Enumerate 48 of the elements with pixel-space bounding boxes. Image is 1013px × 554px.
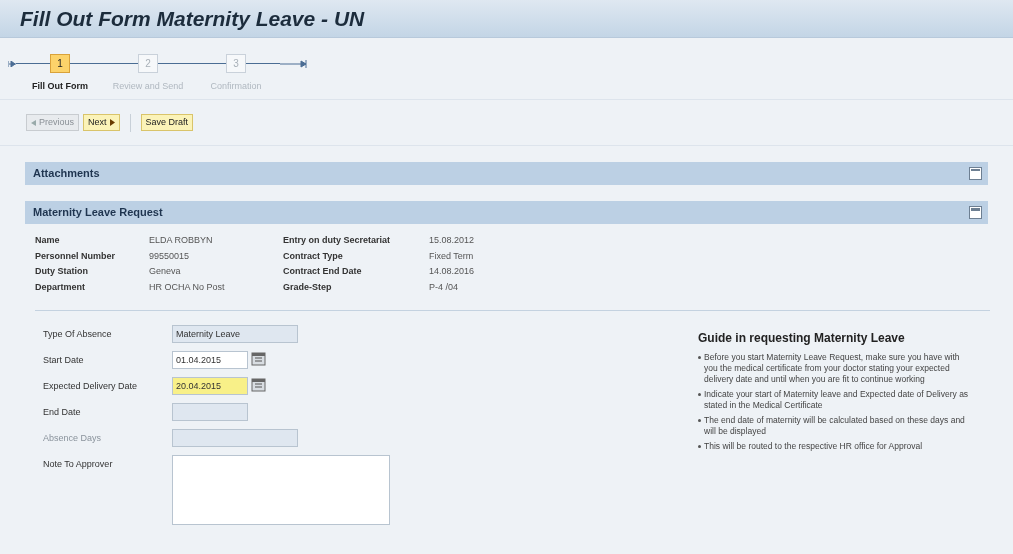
next-button[interactable]: Next	[83, 114, 120, 131]
bullet-icon	[698, 419, 701, 422]
date-field[interactable]: 01.04.2015	[172, 351, 248, 369]
field-label: Start Date	[43, 354, 85, 367]
guide-item: The end date of maternity will be calculated based on these days and will be displayed	[704, 415, 966, 437]
calendar-icon[interactable]	[251, 351, 266, 366]
info-label: Department	[35, 280, 86, 294]
left-arrow-icon	[31, 119, 36, 126]
info-label: Duty Station	[35, 265, 89, 278]
step-number[interactable]: 1	[50, 54, 70, 73]
readonly-field[interactable]: Maternity Leave	[172, 325, 298, 343]
info-label: Personnel Number	[35, 249, 117, 263]
date-field[interactable]: 20.04.2015	[172, 377, 248, 395]
field-label: Type Of Absence	[43, 328, 113, 341]
page-title: Fill Out Form Maternity Leave - UN	[20, 5, 365, 32]
info-label: Grade-Step	[283, 280, 333, 294]
guide-item: Before you start Maternity Leave Request, make sure you have with you the medical certificate from your doctor stating your expected delivery date and until when you are fit to continue working	[704, 352, 961, 385]
info-value: HR OCHA No Post	[149, 280, 226, 294]
info-value: ELDA ROBBYN	[149, 234, 214, 247]
info-value: 15.08.2012	[429, 234, 476, 247]
collapse-icon[interactable]	[969, 206, 982, 219]
field-label: Expected Delivery Date	[43, 380, 139, 393]
guide-item: Indicate your start of Maternity leave and Expected date of Delivery as stated in the Medical Certificate	[704, 389, 970, 411]
bullet-icon	[698, 356, 701, 359]
step-label[interactable]: Fill Out Form	[32, 80, 88, 94]
calendar-icon[interactable]	[251, 377, 266, 392]
info-value: 99550015	[149, 249, 191, 263]
info-label: Contract End Date	[283, 265, 363, 278]
plain-button[interactable]: Save Draft	[140, 114, 194, 131]
info-value: Fixed Term	[429, 249, 475, 263]
info-value: 14.08.2016	[429, 265, 476, 278]
info-value: Geneva	[149, 265, 182, 278]
field-label: End Date	[43, 406, 82, 419]
bullet-icon	[698, 445, 701, 448]
guide-title: Guide in requesting Maternity Leave	[698, 330, 906, 347]
expand-icon[interactable]	[969, 167, 982, 180]
panel-title: Maternity Leave Request	[33, 205, 163, 221]
info-label: Contract Type	[283, 249, 344, 263]
right-arrow-icon	[109, 119, 115, 126]
info-label: Name	[35, 234, 61, 247]
readonly-field[interactable]	[172, 403, 248, 421]
guide-item: This will be routed to the respective HR office for Approval	[704, 441, 923, 452]
info-value: P-4 /04	[429, 280, 460, 294]
field-label: Absence Days	[43, 432, 103, 445]
bullet-icon	[698, 393, 701, 396]
field-label: Note To Approver	[43, 458, 114, 471]
info-label: Entry on duty Secretariat	[283, 234, 392, 247]
panel-title: Attachments	[33, 166, 100, 182]
